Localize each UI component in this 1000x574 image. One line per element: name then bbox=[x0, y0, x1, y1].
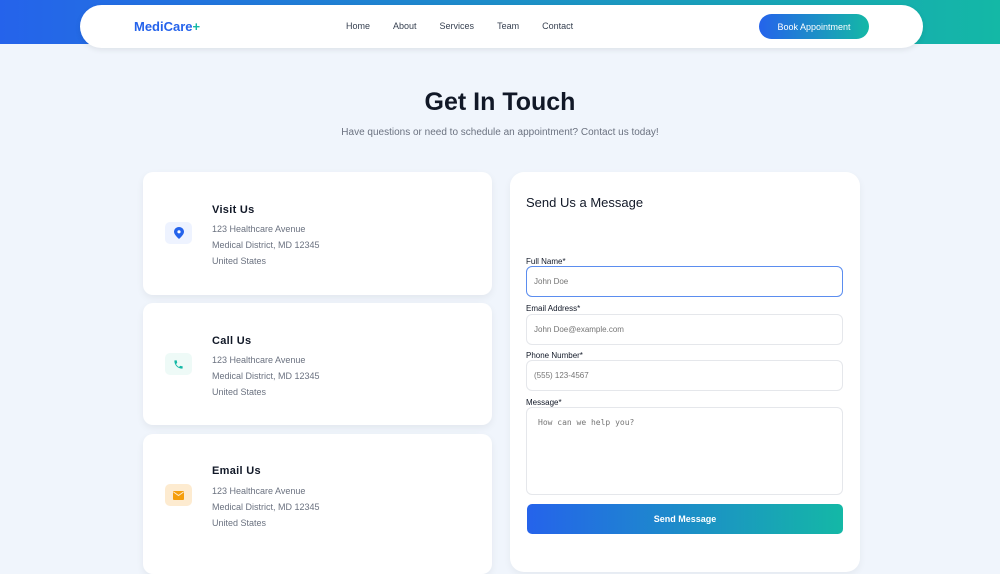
email-us-card: Email Us 123 Healthcare Avenue Medical D… bbox=[143, 434, 492, 574]
call-us-card: Call Us 123 Healthcare Avenue Medical Di… bbox=[143, 303, 492, 425]
card-line: 123 Healthcare Avenue bbox=[212, 224, 306, 234]
card-line: Medical District, MD 12345 bbox=[212, 371, 320, 381]
navbar: MediCare+ Home About Services Team Conta… bbox=[80, 5, 923, 48]
page-title: Get In Touch bbox=[424, 88, 576, 116]
nav-services[interactable]: Services bbox=[440, 21, 475, 31]
form-title: Send Us a Message bbox=[526, 195, 644, 210]
visit-us-card: Visit Us 123 Healthcare Avenue Medical D… bbox=[143, 172, 492, 295]
email-label: Email Address* bbox=[526, 304, 581, 313]
card-line: 123 Healthcare Avenue bbox=[212, 355, 306, 365]
logo[interactable]: MediCare+ bbox=[134, 19, 200, 34]
nav-home[interactable]: Home bbox=[346, 21, 370, 31]
message-textarea[interactable] bbox=[526, 407, 843, 495]
message-label: Message* bbox=[526, 398, 562, 407]
card-title: Email Us bbox=[212, 465, 261, 477]
nav-links: Home About Services Team Contact bbox=[346, 21, 596, 31]
send-message-button[interactable]: Send Message bbox=[527, 504, 843, 534]
book-appointment-button[interactable]: Book Appointment bbox=[759, 14, 869, 39]
page-subtitle: Have questions or need to schedule an ap… bbox=[341, 127, 659, 138]
envelope-icon bbox=[165, 484, 192, 506]
card-title: Call Us bbox=[212, 335, 252, 347]
nav-about[interactable]: About bbox=[393, 21, 417, 31]
nav-contact[interactable]: Contact bbox=[542, 21, 573, 31]
card-details: 123 Healthcare Avenue Medical District, … bbox=[212, 483, 320, 531]
phone-icon bbox=[165, 353, 192, 375]
full-name-label: Full Name* bbox=[526, 257, 566, 266]
phone-input[interactable] bbox=[526, 360, 843, 391]
map-pin-icon bbox=[165, 222, 192, 244]
card-line: 123 Healthcare Avenue bbox=[212, 486, 306, 496]
card-line: Medical District, MD 12345 bbox=[212, 502, 320, 512]
full-name-input[interactable] bbox=[526, 266, 843, 297]
card-line: Medical District, MD 12345 bbox=[212, 240, 320, 250]
card-line: United States bbox=[212, 387, 267, 397]
card-title: Visit Us bbox=[212, 204, 255, 216]
card-details: 123 Healthcare Avenue Medical District, … bbox=[212, 352, 320, 400]
contact-form: Send Us a Message Full Name* Email Addre… bbox=[510, 172, 860, 572]
email-input[interactable] bbox=[526, 314, 843, 345]
nav-team[interactable]: Team bbox=[497, 21, 519, 31]
card-line: United States bbox=[212, 256, 267, 266]
card-line: United States bbox=[212, 518, 267, 528]
phone-label: Phone Number* bbox=[526, 351, 583, 360]
card-details: 123 Healthcare Avenue Medical District, … bbox=[212, 221, 320, 269]
